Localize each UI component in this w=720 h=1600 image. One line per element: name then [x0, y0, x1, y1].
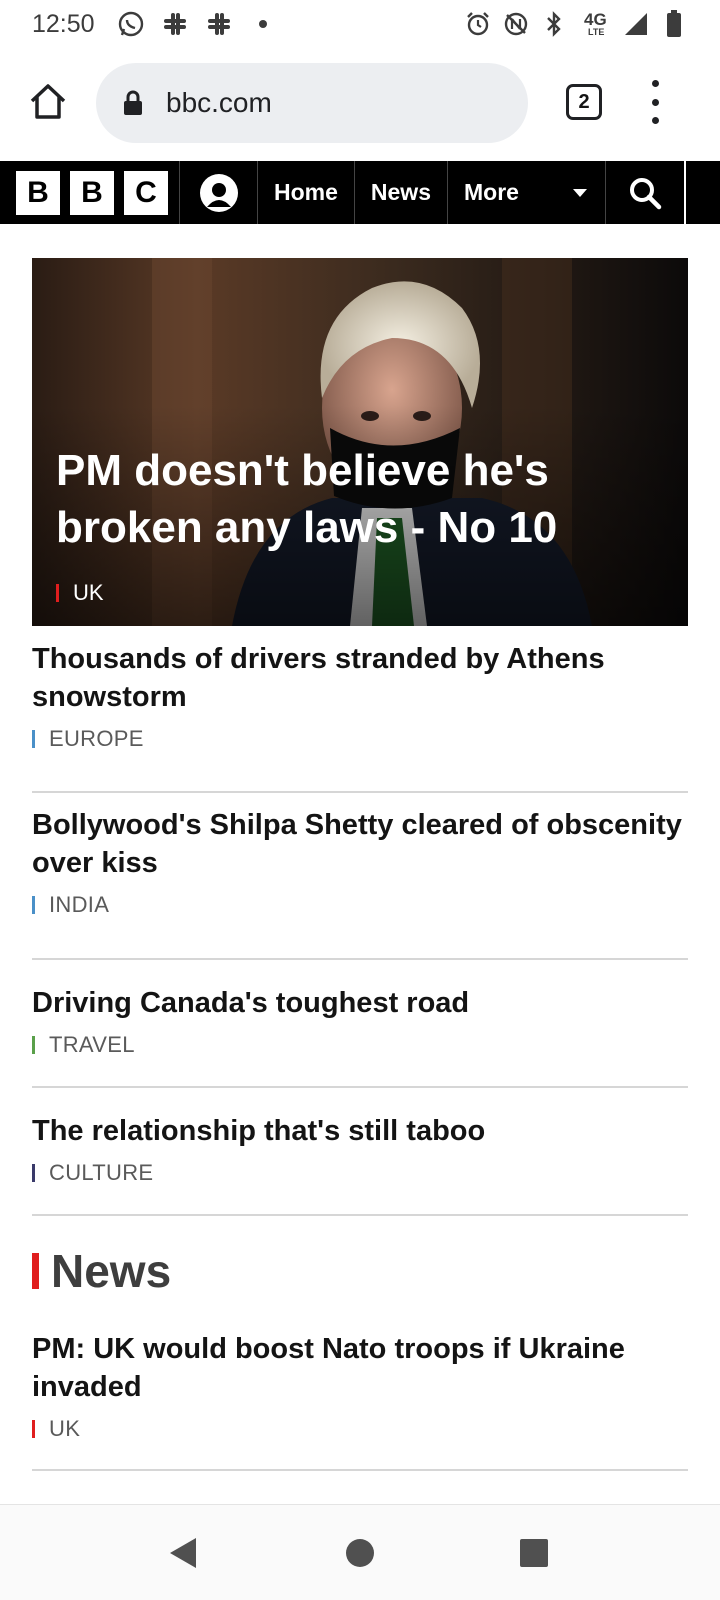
- recents-square-icon[interactable]: [516, 1535, 552, 1571]
- tag-marker: [32, 730, 35, 748]
- tab-switcher-button[interactable]: 2: [566, 84, 602, 120]
- hero-tag[interactable]: UK: [56, 580, 104, 606]
- home-icon: [30, 84, 66, 119]
- slack-icon: [161, 10, 189, 38]
- url-text: bbc.com: [166, 87, 272, 118]
- list-item[interactable]: PM: UK would boost Nato troops if Ukrain…: [32, 1330, 688, 1442]
- browser-toolbar: bbc.com 2: [0, 48, 720, 158]
- account-icon: [199, 173, 238, 212]
- story-tag-label: TRAVEL: [49, 1032, 135, 1057]
- tag-marker: [32, 1420, 35, 1438]
- story-headline[interactable]: Thousands of drivers stranded by Athens …: [32, 640, 688, 716]
- address-bar[interactable]: bbc.com: [96, 63, 528, 143]
- story-tag-label: UK: [49, 1416, 81, 1441]
- search-button[interactable]: [606, 161, 686, 224]
- list-item[interactable]: The relationship that's still taboo CULT…: [32, 1112, 688, 1186]
- bluetooth-icon: [540, 10, 568, 38]
- notification-icons: [117, 10, 277, 38]
- section-marker: [32, 1253, 39, 1289]
- system-nav-bar: [0, 1504, 720, 1600]
- nav-more-label: More: [464, 179, 519, 205]
- network-4g-lte-icon: 4G LTE: [584, 10, 607, 37]
- dot-icon: [249, 10, 277, 38]
- hero-tag-label: UK: [73, 580, 104, 605]
- whatsapp-icon: [117, 10, 145, 38]
- story-headline[interactable]: PM: UK would boost Nato troops if Ukrain…: [32, 1330, 688, 1406]
- story-tag[interactable]: TRAVEL: [32, 1032, 688, 1058]
- menu-dot: [651, 80, 659, 87]
- nav-news[interactable]: News: [355, 161, 448, 224]
- tag-marker: [32, 1164, 35, 1182]
- tag-marker: [32, 896, 35, 914]
- menu-dot: [651, 98, 659, 106]
- status-bar: 12:50 4G LTE: [0, 0, 720, 48]
- menu-dot: [651, 117, 659, 124]
- battery-icon: [660, 10, 688, 38]
- slack-icon: [205, 10, 233, 38]
- story-tag-label: EUROPE: [49, 726, 144, 751]
- account-button[interactable]: [180, 161, 258, 224]
- story-tag-label: CULTURE: [49, 1160, 154, 1185]
- browser-menu-button[interactable]: [648, 80, 662, 124]
- section-title: News: [51, 1245, 172, 1297]
- home-circle-icon[interactable]: [342, 1535, 378, 1571]
- back-icon[interactable]: [166, 1535, 202, 1571]
- divider: [32, 791, 688, 793]
- tag-marker: [56, 584, 59, 602]
- bbc-logo-block: B: [70, 170, 114, 215]
- nfc-off-icon: [502, 10, 530, 38]
- story-tag[interactable]: CULTURE: [32, 1160, 688, 1186]
- story-tag-label: INDIA: [49, 892, 110, 917]
- divider: [32, 1086, 688, 1088]
- divider: [32, 1214, 688, 1216]
- alarm-icon: [464, 10, 492, 38]
- list-item[interactable]: Driving Canada's toughest road TRAVEL: [32, 984, 688, 1058]
- status-time: 12:50: [32, 9, 95, 38]
- tag-marker: [32, 1036, 35, 1054]
- story-headline[interactable]: Driving Canada's toughest road: [32, 984, 688, 1022]
- story-tag[interactable]: INDIA: [32, 892, 688, 918]
- caret-down-icon: [573, 188, 587, 197]
- bbc-logo[interactable]: B B C: [0, 161, 180, 224]
- lock-icon: [124, 90, 142, 115]
- story-tag[interactable]: UK: [32, 1416, 688, 1442]
- system-icons: 4G LTE: [464, 9, 688, 39]
- signal-icon: [622, 10, 650, 38]
- hero-headline[interactable]: PM doesn't believe he's broken any laws …: [56, 442, 616, 556]
- story-headline[interactable]: The relationship that's still taboo: [32, 1112, 688, 1150]
- bbc-nav-bar: B B C Home News More: [0, 161, 720, 224]
- list-item[interactable]: Bollywood's Shilpa Shetty cleared of obs…: [32, 806, 688, 918]
- news-section-heading[interactable]: News: [32, 1244, 171, 1298]
- list-item[interactable]: Thousands of drivers stranded by Athens …: [32, 640, 688, 752]
- story-headline[interactable]: Bollywood's Shilpa Shetty cleared of obs…: [32, 806, 688, 882]
- search-icon: [630, 177, 662, 209]
- browser-home-button[interactable]: [26, 80, 70, 124]
- divider: [32, 958, 688, 960]
- story-tag[interactable]: EUROPE: [32, 726, 688, 752]
- divider: [32, 1469, 688, 1471]
- bbc-logo-block: B: [16, 170, 60, 215]
- nav-home[interactable]: Home: [258, 161, 355, 224]
- nav-more[interactable]: More: [448, 161, 606, 224]
- bbc-logo-block: C: [124, 170, 168, 215]
- hero-story[interactable]: PM doesn't believe he's broken any laws …: [32, 258, 688, 626]
